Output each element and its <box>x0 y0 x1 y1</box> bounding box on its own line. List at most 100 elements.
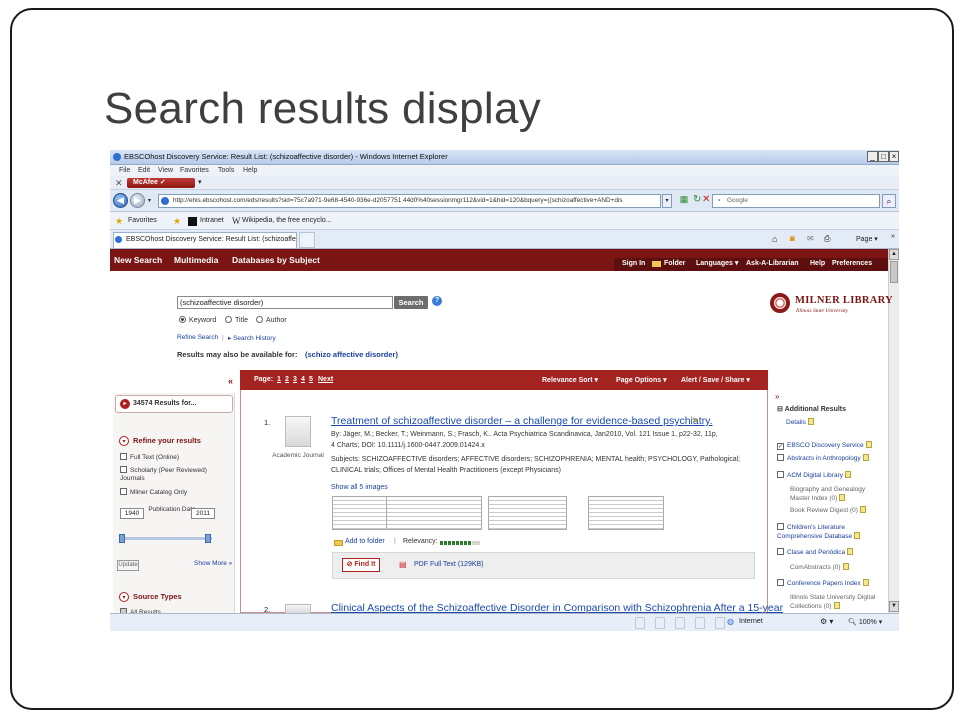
checkbox-milner-catalog[interactable]: Milner Catalog Only <box>120 488 187 496</box>
note-icon[interactable] <box>833 602 840 609</box>
additional-result-item[interactable]: Abstracts in Anthropology <box>777 454 883 463</box>
favorite-intranet[interactable]: Intranet <box>200 217 224 224</box>
nav-folder[interactable]: Folder <box>664 258 685 270</box>
feeds-icon[interactable]: ◙ <box>790 234 795 243</box>
favorites-button[interactable]: Favorites <box>128 217 157 224</box>
additional-result-label[interactable]: Conference Papers Index <box>787 580 861 587</box>
page-link-4[interactable]: 4 <box>301 376 305 383</box>
radio-author[interactable]: Author <box>256 316 287 324</box>
additional-result-item[interactable]: Conference Papers Index <box>777 579 883 588</box>
slider-handle-start[interactable] <box>119 534 125 543</box>
nav-languages[interactable]: Languages ▾ <box>696 258 738 270</box>
additional-result-checkbox[interactable]: ✓ <box>777 443 784 450</box>
result-title[interactable]: Treatment of schizoaffective disorder – … <box>331 415 713 427</box>
home-icon[interactable]: ⌂ <box>772 234 777 244</box>
help-icon[interactable]: ? <box>432 296 442 306</box>
additional-result-item[interactable]: Clase and Periódica <box>777 548 883 557</box>
scroll-down-button[interactable]: ▼ <box>889 601 899 612</box>
find-it-button[interactable]: ⊘ Find It <box>342 558 380 572</box>
chevron-down-icon[interactable]: ▾ <box>198 178 202 186</box>
page-options-menu[interactable]: Page Options ▾ <box>616 376 667 384</box>
note-icon[interactable] <box>847 548 854 555</box>
stop-icon[interactable]: ✕ <box>702 194 710 205</box>
refresh-icon[interactable]: ↻ <box>693 194 701 205</box>
note-icon[interactable] <box>862 454 869 461</box>
update-button[interactable]: Update <box>117 560 139 571</box>
alert-save-share-menu[interactable]: Alert / Save / Share ▾ <box>681 376 750 384</box>
web-search-input[interactable]: Google <box>712 194 880 208</box>
nav-sign-in[interactable]: Sign In <box>622 258 645 270</box>
date-range-slider[interactable] <box>122 537 212 540</box>
history-dropdown-icon[interactable]: ▾ <box>148 197 151 204</box>
pdf-full-text-link[interactable]: PDF Full Text (129KB) <box>414 561 484 568</box>
notes-icon[interactable]: ✎ <box>692 416 699 425</box>
additional-result-label[interactable]: ACM Digital Library <box>787 472 843 479</box>
additional-result-label[interactable]: Abstracts in Anthropology <box>787 455 861 462</box>
close-toolbar-icon[interactable]: ✕ <box>115 178 123 189</box>
compat-icon[interactable]: ▦ <box>678 194 690 208</box>
search-history-link[interactable]: ▸ Search History <box>228 334 276 342</box>
menu-edit[interactable]: Edit <box>138 167 150 174</box>
additional-result-checkbox[interactable] <box>777 548 784 555</box>
checkbox-full-text[interactable]: Full Text (Online) <box>120 453 179 461</box>
nav-databases-by-subject[interactable]: Databases by Subject <box>232 255 320 265</box>
additional-result-label[interactable]: EBSCO Discovery Service <box>787 442 864 449</box>
menu-file[interactable]: File <box>119 167 130 174</box>
additional-result-label[interactable]: Clase and Periódica <box>787 549 845 556</box>
additional-result-checkbox[interactable] <box>777 579 784 586</box>
note-icon[interactable] <box>854 532 861 539</box>
note-icon[interactable] <box>839 494 846 501</box>
page-link-3[interactable]: 3 <box>293 376 297 383</box>
next-page-link[interactable]: Next <box>318 376 333 383</box>
nav-ask-a-librarian[interactable]: Ask-A-Librarian <box>746 258 799 270</box>
add-to-folder-link[interactable]: Add to folder <box>345 538 385 545</box>
search-button[interactable]: Search <box>394 296 428 309</box>
tab-ebsco[interactable]: EBSCOhost Discovery Service: Result List… <box>113 232 297 248</box>
minimize-button[interactable]: _ <box>867 151 878 162</box>
also-available-link[interactable]: (schizo affective disorder) <box>305 350 398 359</box>
relevance-sort-menu[interactable]: Relevance Sort ▾ <box>542 376 598 384</box>
note-icon[interactable] <box>842 563 849 570</box>
additional-result-checkbox[interactable] <box>777 471 784 478</box>
radio-title[interactable]: Title <box>225 316 248 324</box>
note-icon[interactable] <box>862 579 869 586</box>
note-icon[interactable] <box>859 506 866 513</box>
collapse-left-icon[interactable]: « <box>228 376 233 386</box>
search-icon[interactable]: ⌕ <box>882 194 896 208</box>
nav-new-search[interactable]: New Search <box>114 255 162 265</box>
add-favorite-icon[interactable]: ★ <box>173 216 181 227</box>
address-input[interactable]: http://ehis.ebscohost.com/eds/results?si… <box>158 194 661 208</box>
page-link-1[interactable]: 1 <box>277 376 281 383</box>
favorite-wikipedia[interactable]: Wikipedia, the free encyclo... <box>242 217 332 224</box>
source-types-toggle-icon[interactable]: ▾ <box>119 592 129 602</box>
year-to-input[interactable]: 2011 <box>191 508 215 519</box>
menu-help[interactable]: Help <box>243 167 257 174</box>
nav-help[interactable]: Help <box>810 258 825 270</box>
show-images-link[interactable]: Show all 5 images <box>331 484 388 491</box>
refine-search-link[interactable]: Refine Search <box>177 334 218 341</box>
nav-multimedia[interactable]: Multimedia <box>174 255 218 265</box>
print-icon[interactable]: ⎙ <box>824 234 830 244</box>
maximize-button[interactable]: □ <box>878 151 889 162</box>
additional-result-label[interactable]: Children's Literature Comprehensive Data… <box>777 524 852 540</box>
search-query-input[interactable]: (schizoaffective disorder) <box>177 296 393 309</box>
additional-result-item[interactable]: ACM Digital Library <box>777 471 883 480</box>
mail-icon[interactable]: ✉ <box>807 234 814 243</box>
menu-tools[interactable]: Tools <box>218 167 234 174</box>
page-menu[interactable]: Page ▾ <box>856 235 878 243</box>
new-tab-button[interactable] <box>299 232 315 248</box>
close-window-button[interactable]: × <box>889 151 899 162</box>
protected-mode-icon[interactable]: ⚙ ▾ <box>820 617 833 626</box>
show-more-link[interactable]: Show More » <box>194 560 232 567</box>
close-panel-icon[interactable]: » <box>775 392 779 401</box>
back-button[interactable]: ◀ <box>113 193 128 208</box>
additional-result-item[interactable]: ✓ EBSCO Discovery Service <box>777 441 883 450</box>
additional-result-checkbox[interactable] <box>777 523 784 530</box>
address-dropdown-icon[interactable]: ▾ <box>662 194 672 208</box>
scroll-thumb[interactable] <box>890 261 898 283</box>
additional-result-item[interactable]: Children's Literature Comprehensive Data… <box>777 523 883 541</box>
note-icon[interactable] <box>865 441 872 448</box>
checkbox-scholarly[interactable]: Scholarly (Peer Reviewed) Journals <box>120 466 220 483</box>
radio-keyword[interactable]: Keyword <box>179 316 216 324</box>
mcafee-button[interactable]: McAfee ✓ <box>127 178 195 188</box>
